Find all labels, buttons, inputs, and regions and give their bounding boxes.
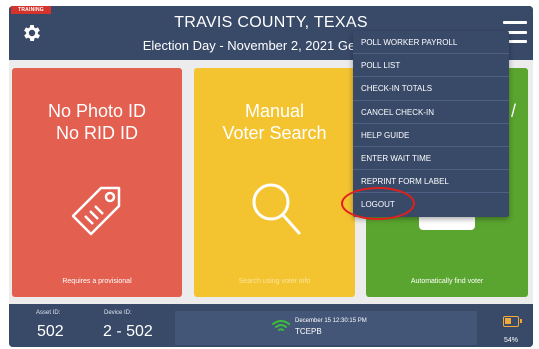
manual-voter-search-card[interactable]: Manual Voter Search Search using voter i…	[194, 68, 355, 297]
logout-highlight-circle	[341, 187, 415, 220]
card-subtitle: Search using voter info	[238, 278, 311, 285]
county-title: TRAVIS COUNTY, TEXAS	[174, 14, 368, 31]
menu-item-check-in-totals[interactable]: CHECK-IN TOTALS	[353, 77, 509, 101]
card-subtitle: Automatically find voter	[410, 278, 484, 285]
card-title: Manual Voter Search	[222, 101, 327, 143]
card-subtitle: Requires a provisional	[62, 278, 132, 285]
battery-icon	[503, 316, 522, 327]
battery-percent: 54%	[504, 337, 519, 344]
wifi-icon	[272, 320, 290, 331]
menu-item-poll-worker-payroll[interactable]: POLL WORKER PAYROLL	[353, 31, 509, 55]
tag-icon	[71, 186, 121, 236]
date-time: December 15 12:30:15 PM	[295, 318, 367, 324]
magnifier-icon	[252, 183, 300, 235]
asset-id-label: Asset ID:	[36, 310, 61, 316]
card-title: /	[510, 101, 516, 121]
device-screen: TRAINING TRAVIS COUNTY, TEXAS Election D…	[9, 6, 533, 347]
menu-item-help-guide[interactable]: HELP GUIDE	[353, 124, 509, 147]
training-badge: TRAINING	[11, 6, 51, 14]
status-panel: December 15 12:30:15 PM TCEPB	[175, 311, 477, 345]
menu-item-cancel-check-in[interactable]: CANCEL CHECK-IN	[353, 101, 509, 124]
menu-item-enter-wait-time[interactable]: ENTER WAIT TIME	[353, 147, 509, 171]
status-code: TCEPB	[295, 327, 322, 336]
status-footer: Asset ID: 502 Device ID: 2 - 502 Decembe…	[9, 304, 533, 347]
hamburger-icon	[503, 21, 527, 24]
device-id-label: Device ID:	[104, 310, 132, 316]
card-title: No Photo ID No RID ID	[47, 101, 147, 143]
no-photo-id-card[interactable]: No Photo ID No RID ID Requires a provisi…	[12, 68, 182, 297]
device-id-value: 2 - 502	[103, 323, 153, 340]
asset-id-value: 502	[37, 323, 64, 340]
menu-item-poll-list[interactable]: POLL LIST	[353, 54, 509, 78]
